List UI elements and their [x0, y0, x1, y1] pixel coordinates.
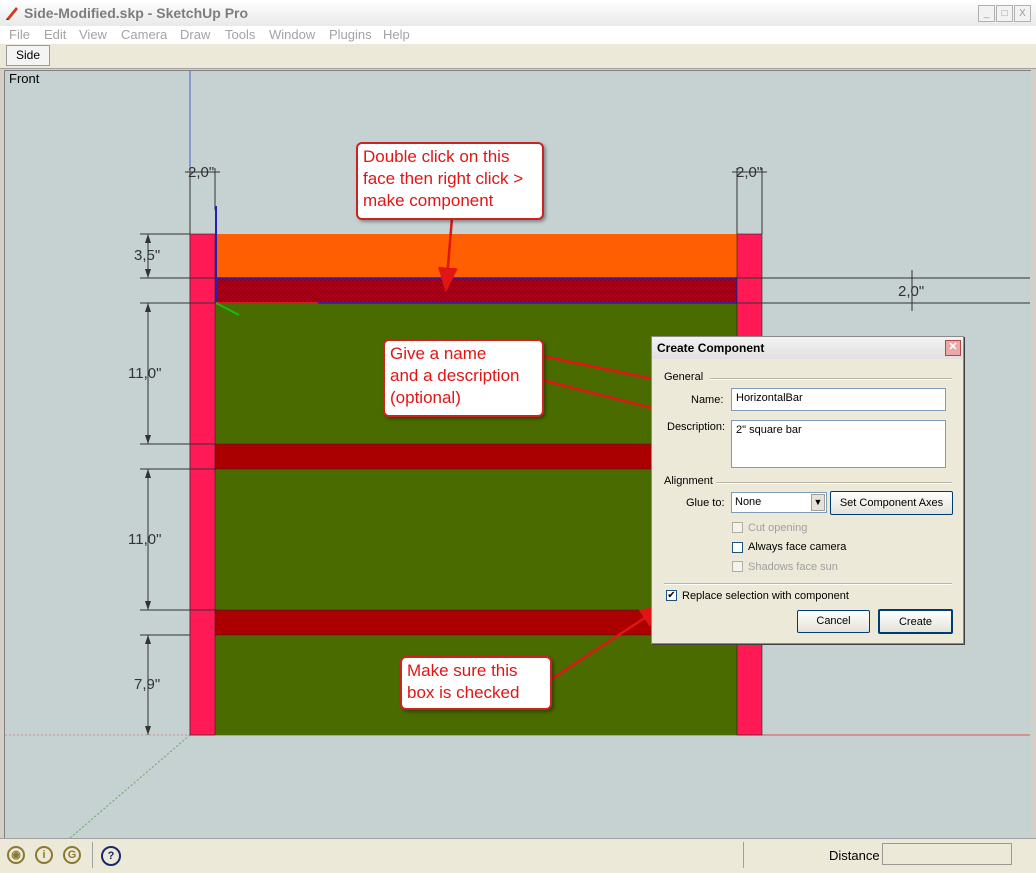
- alignment-group-label: Alignment: [664, 475, 713, 487]
- dim-middle-gap: 11,0": [128, 531, 162, 548]
- dialog-close-button[interactable]: ✕: [945, 340, 961, 356]
- group-divider: [664, 583, 952, 585]
- always-face-camera-checkbox[interactable]: [732, 542, 743, 553]
- group-divider: [716, 482, 952, 484]
- group-divider: [710, 378, 952, 380]
- distance-label: Distance: [829, 848, 880, 863]
- name-label: Name:: [691, 394, 724, 406]
- geo-location-icon[interactable]: ◉: [7, 846, 25, 864]
- dim-lower-gap: 7,9": [134, 676, 161, 693]
- status-divider: [743, 842, 744, 868]
- dim-right-post-width: 2,0": [736, 164, 763, 181]
- glue-to-label: Glue to:: [686, 497, 725, 509]
- face-instruction-callout: Double click on this face then right cli…: [356, 142, 544, 220]
- chevron-down-icon[interactable]: ▼: [811, 494, 825, 511]
- description-field[interactable]: 2" square bar: [731, 420, 946, 468]
- callout-line: and a description: [390, 366, 520, 385]
- user-icon[interactable]: G: [63, 846, 81, 864]
- selected-bar-face: [214, 277, 738, 304]
- callout-line: Make sure this: [407, 661, 518, 680]
- callout-line: face then right click >: [363, 169, 524, 188]
- help-icon[interactable]: ?: [101, 846, 121, 866]
- callout-line: (optional): [390, 388, 461, 407]
- shadows-face-sun-label: Shadows face sun: [748, 561, 838, 573]
- description-label: Description:: [667, 421, 726, 433]
- replace-selection-label: Replace selection with component: [682, 590, 849, 602]
- dim-left-post-width: 2,0": [188, 164, 215, 181]
- checkbox-instruction-callout: Make sure this box is checked: [400, 656, 552, 710]
- general-group-label: General: [664, 371, 704, 383]
- distance-input[interactable]: [882, 843, 1012, 865]
- cut-opening-checkbox: [732, 522, 743, 533]
- dim-bar-height: 2,0": [898, 283, 925, 300]
- status-bar: [0, 838, 1036, 873]
- close-icon: ✕: [948, 341, 958, 353]
- top-rail: [215, 234, 737, 278]
- dim-top-rail-height: 3,5": [134, 247, 161, 264]
- dialog-title: Create Component: [657, 341, 765, 355]
- dim-upper-gap: 11,0": [128, 365, 162, 382]
- set-component-axes-button[interactable]: Set Component Axes: [830, 491, 953, 515]
- name-instruction-callout: Give a name and a description (optional): [383, 339, 544, 417]
- replace-selection-checkbox[interactable]: ✔: [666, 590, 677, 601]
- green-axis-dotted: [69, 734, 191, 839]
- create-button[interactable]: Create: [878, 609, 953, 634]
- checkmark-icon: ✔: [667, 590, 676, 601]
- left-post: [189, 233, 216, 736]
- shadows-face-sun-checkbox: [732, 561, 743, 572]
- callout-line: Double click on this: [363, 147, 510, 166]
- credits-icon[interactable]: i: [35, 846, 53, 864]
- name-field[interactable]: HorizontalBar: [731, 388, 946, 411]
- create-component-dialog: Create Component ✕ General Name: Horizon…: [651, 336, 964, 644]
- cancel-button[interactable]: Cancel: [797, 610, 870, 633]
- callout-line: make component: [363, 191, 494, 210]
- callout-line: Give a name: [390, 344, 487, 363]
- glue-to-value: None: [735, 496, 762, 508]
- cut-opening-label: Cut opening: [748, 522, 808, 534]
- callout-line: box is checked: [407, 683, 520, 702]
- always-face-camera-label: Always face camera: [748, 541, 847, 553]
- status-divider: [92, 842, 93, 868]
